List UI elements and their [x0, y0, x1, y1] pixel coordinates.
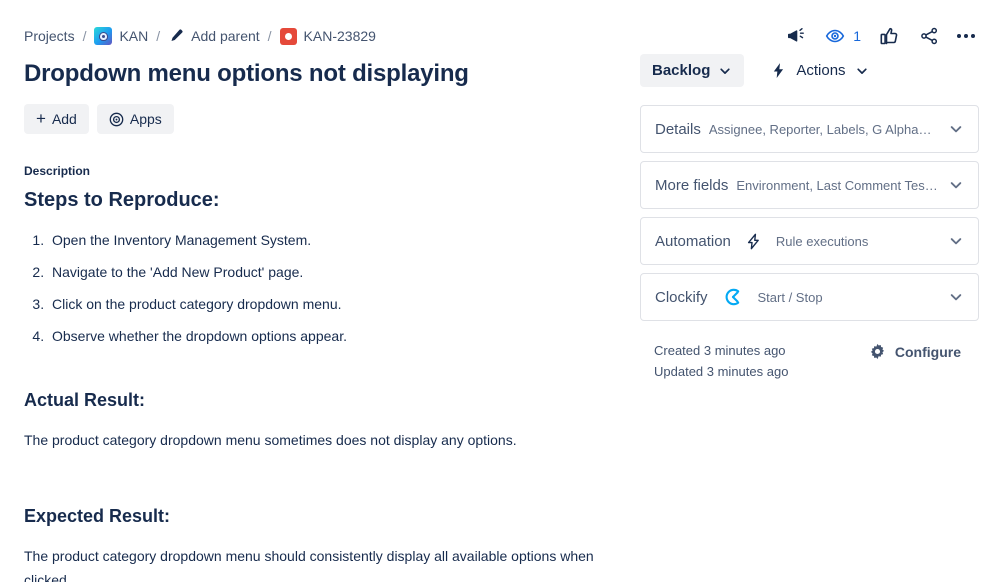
list-item: Observe whether the dropdown options app…	[48, 326, 616, 346]
issue-meta: Created 3 minutes ago Updated 3 minutes …	[640, 343, 979, 379]
breadcrumb-add-parent-label: Add parent	[191, 28, 260, 44]
chevron-down-icon	[855, 64, 869, 78]
description-label: Description	[24, 164, 91, 178]
breadcrumb-separator: /	[82, 28, 87, 44]
thumbs-up-icon[interactable]	[877, 24, 901, 48]
breadcrumb-separator-2: /	[156, 28, 161, 44]
steps-list: Open the Inventory Management System. Na…	[48, 230, 616, 346]
panel-automation-subtitle: Rule executions	[775, 233, 869, 249]
pencil-icon	[168, 28, 184, 44]
apps-button[interactable]: Apps	[96, 104, 174, 134]
list-item: Click on the product category dropdown m…	[48, 294, 616, 314]
actual-result-text: The product category dropdown menu somet…	[24, 432, 517, 448]
steps-heading: Steps to Reproduce:	[24, 189, 220, 211]
breadcrumb-project-label: KAN	[119, 28, 149, 44]
status-dropdown[interactable]: Backlog	[640, 54, 745, 87]
actions-button-label: Actions	[796, 62, 846, 79]
panel-details-title: Details	[655, 120, 701, 138]
bug-icon	[279, 27, 297, 45]
top-actions: 1	[783, 24, 975, 48]
panel-automation[interactable]: Automation Rule executions	[640, 217, 979, 265]
clockify-icon	[722, 286, 744, 308]
chevron-down-icon[interactable]	[938, 121, 964, 137]
page-title: Dropdown menu options not displaying	[24, 60, 469, 87]
expected-result-text: The product category dropdown menu shoul…	[24, 548, 594, 582]
watch-count: 1	[853, 28, 861, 44]
more-options-icon[interactable]	[957, 34, 975, 38]
panel-clockify-subtitle: Start / Stop	[757, 289, 823, 305]
configure-button[interactable]: Configure	[869, 343, 975, 360]
issue-timestamps: Created 3 minutes ago Updated 3 minutes …	[654, 343, 788, 379]
lightning-bolt-icon	[770, 62, 787, 79]
updated-timestamp: Updated 3 minutes ago	[654, 364, 789, 379]
plus-icon: +	[36, 109, 46, 128]
chevron-down-icon	[718, 64, 732, 78]
panel-more-fields-title: More fields	[655, 176, 729, 194]
issue-action-buttons: + Add Apps	[24, 104, 616, 134]
jira-issue-view: Projects / KAN / Add parent / KAN-23829	[0, 0, 999, 582]
chevron-down-icon[interactable]	[938, 289, 964, 305]
expected-result-heading: Expected Result:	[24, 506, 171, 526]
content-area: Dropdown menu options not displaying + A…	[0, 48, 999, 582]
apps-icon	[109, 112, 124, 127]
top-bar: Projects / KAN / Add parent / KAN-23829	[0, 0, 999, 48]
panel-automation-title: Automation	[655, 232, 731, 250]
chevron-down-icon[interactable]	[938, 177, 964, 193]
megaphone-icon[interactable]	[783, 24, 807, 48]
panel-more-fields-subtitle: Environment, Last Comment Test, …	[736, 177, 938, 193]
add-button-label: Add	[51, 111, 77, 127]
gear-icon	[869, 343, 886, 360]
panel-details[interactable]: Details Assignee, Reporter, Labels, G Al…	[640, 105, 979, 153]
panel-clockify[interactable]: Clockify Start / Stop	[640, 273, 979, 321]
panel-clockify-title: Clockify	[655, 288, 708, 306]
eye-icon	[823, 24, 847, 48]
list-item: Navigate to the 'Add New Product' page.	[48, 262, 616, 282]
project-avatar-icon	[94, 27, 113, 45]
breadcrumb-projects[interactable]: Projects	[24, 28, 75, 44]
breadcrumb-separator-3: /	[267, 28, 272, 44]
actions-button[interactable]: Actions	[766, 54, 872, 87]
configure-label: Configure	[894, 343, 961, 360]
apps-button-label: Apps	[129, 111, 162, 127]
actual-result-heading: Actual Result:	[24, 390, 146, 410]
breadcrumb-project[interactable]: KAN	[94, 27, 148, 45]
breadcrumb-issue-key: KAN-23829	[303, 28, 376, 44]
issue-sidebar: Backlog Actions Details Assignee, Report…	[640, 48, 979, 582]
created-timestamp: Created 3 minutes ago	[654, 343, 786, 358]
panel-details-subtitle: Assignee, Reporter, Labels, G Alphabet…	[708, 121, 938, 137]
breadcrumb: Projects / KAN / Add parent / KAN-23829	[24, 27, 376, 45]
breadcrumb-issue[interactable]: KAN-23829	[279, 27, 376, 45]
panel-more-fields[interactable]: More fields Environment, Last Comment Te…	[640, 161, 979, 209]
issue-main-column: Dropdown menu options not displaying + A…	[24, 48, 616, 582]
status-action-row: Backlog Actions	[640, 54, 979, 87]
add-button[interactable]: + Add	[24, 104, 89, 134]
chevron-down-icon[interactable]	[938, 233, 964, 249]
breadcrumb-add-parent[interactable]: Add parent	[168, 28, 260, 44]
watch-button[interactable]: 1	[823, 24, 861, 48]
status-badge: Backlog	[652, 62, 711, 79]
list-item: Open the Inventory Management System.	[48, 230, 616, 250]
lightning-bolt-icon	[745, 233, 762, 250]
share-icon[interactable]	[917, 24, 941, 48]
